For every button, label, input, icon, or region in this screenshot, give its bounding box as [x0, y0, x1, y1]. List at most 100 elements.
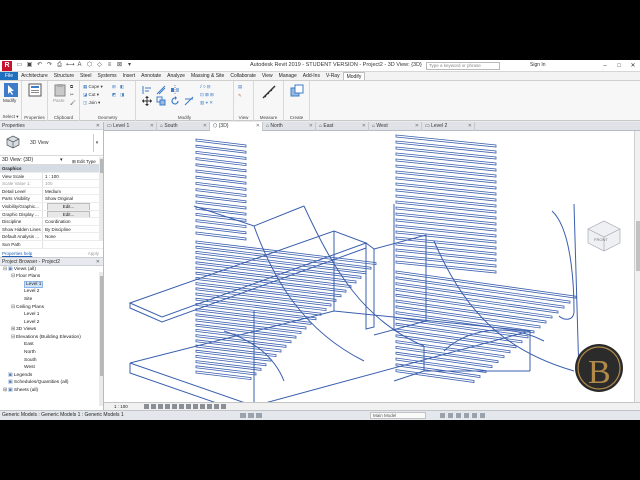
- box-base-left[interactable]: [129, 363, 254, 402]
- browser-node[interactable]: South: [0, 357, 103, 365]
- view-tab-level-2[interactable]: ▭ Level 2 ✕: [422, 122, 475, 131]
- corner-hook[interactable]: [551, 210, 575, 320]
- property-value[interactable]: By Discipline: [42, 225, 92, 233]
- view-tab-east[interactable]: ⌂ East ✕: [316, 122, 369, 131]
- louver-fin[interactable]: [395, 164, 497, 178]
- louver-fin[interactable]: [395, 182, 497, 196]
- properties-scrollbar[interactable]: [99, 157, 103, 241]
- array-icon[interactable]: ▥ ⌖ ✕: [200, 100, 213, 106]
- louver-fin[interactable]: [395, 140, 497, 154]
- close-tab-icon[interactable]: ✕: [309, 122, 313, 131]
- close-hidden-icon[interactable]: ⊠: [116, 62, 123, 69]
- select-dropdown[interactable]: Select ▾: [0, 114, 21, 120]
- louver-fin[interactable]: [395, 170, 497, 184]
- close-tab-icon[interactable]: ✕: [362, 122, 366, 131]
- shadows-icon[interactable]: [165, 404, 170, 409]
- louver-fin[interactable]: [395, 176, 497, 190]
- join-button[interactable]: ◫ Join ▾: [83, 100, 100, 106]
- view-tab-south[interactable]: ⌂ South ✕: [157, 122, 210, 131]
- property-value[interactable]: Medium: [42, 187, 92, 195]
- viewcube[interactable]: FRONT: [587, 220, 621, 252]
- wall-joins-icon[interactable]: ⊞: [112, 84, 116, 90]
- drag-elements-icon[interactable]: [472, 413, 477, 418]
- tab-file[interactable]: File: [0, 72, 19, 80]
- instance-selector[interactable]: 3D View: {3D} ▾ ⊞ Edit Type: [0, 156, 103, 165]
- tab-view[interactable]: View: [259, 72, 276, 80]
- browser-node[interactable]: Level 1: [0, 311, 103, 319]
- louver-fin[interactable]: [195, 365, 257, 376]
- louver-fin[interactable]: [395, 146, 497, 160]
- cope-button[interactable]: ▦ Cope ▾: [83, 84, 103, 90]
- property-edit-button[interactable]: Edit...: [47, 211, 90, 218]
- show-crop-icon[interactable]: [186, 404, 191, 409]
- close-tab-icon[interactable]: ✕: [203, 122, 207, 131]
- browser-node[interactable]: West: [0, 364, 103, 372]
- copy-icon[interactable]: [156, 96, 166, 106]
- render-icon[interactable]: [172, 404, 177, 409]
- property-value[interactable]: 100: [42, 180, 92, 187]
- browser-node[interactable]: ⊞▣ Sheets (all): [0, 387, 103, 395]
- louver-fin[interactable]: [195, 261, 357, 284]
- lock-view-icon[interactable]: [193, 404, 198, 409]
- tab-modify[interactable]: Modify: [342, 72, 366, 80]
- demolish-icon[interactable]: ◨: [120, 92, 124, 98]
- tab-structure[interactable]: Structure: [51, 72, 77, 80]
- filter-icon[interactable]: [480, 413, 485, 418]
- edit-type-button[interactable]: ⊞ Edit Type: [72, 157, 96, 166]
- louver-fin[interactable]: [395, 340, 505, 359]
- detail-level-icon[interactable]: [144, 404, 149, 409]
- property-edit-button[interactable]: Edit...: [47, 203, 90, 210]
- browser-scrollbar[interactable]: [99, 272, 103, 406]
- browser-node[interactable]: Site: [0, 296, 103, 304]
- crop-view-icon[interactable]: [179, 404, 184, 409]
- select-pinned-icon[interactable]: [456, 413, 461, 418]
- louver-fin[interactable]: [395, 152, 497, 166]
- reveal-hidden-icon[interactable]: [207, 404, 212, 409]
- browser-node[interactable]: Level 2: [0, 319, 103, 327]
- drawing-area[interactable]: FRONT B: [104, 131, 634, 402]
- temp-hide-icon[interactable]: [200, 404, 205, 409]
- tab-add-ins[interactable]: Add-Ins: [300, 72, 323, 80]
- trim-icon[interactable]: [184, 96, 194, 106]
- thin-lines-icon[interactable]: ≡: [106, 62, 113, 69]
- maximize-icon[interactable]: □: [612, 60, 626, 72]
- copy-to-clipboard-icon[interactable]: ⧉: [70, 84, 73, 89]
- view-tab-level-1[interactable]: ▭ Level 1 ✕: [104, 122, 157, 131]
- view-scale[interactable]: 1 : 100: [114, 403, 128, 410]
- hide-element-icon[interactable]: ✎: [238, 93, 242, 99]
- tab-steel[interactable]: Steel: [77, 72, 94, 80]
- close-tab-icon[interactable]: ✕: [415, 122, 419, 131]
- view-tab-north[interactable]: ⌂ North ✕: [263, 122, 316, 131]
- tab-manage[interactable]: Manage: [276, 72, 300, 80]
- louver-fin[interactable]: [395, 230, 497, 244]
- text-icon[interactable]: A: [76, 62, 83, 69]
- split-face-icon[interactable]: ◧: [120, 84, 124, 90]
- worksharing-icon[interactable]: [214, 404, 219, 409]
- select-by-face-icon[interactable]: [464, 413, 469, 418]
- louver-fin[interactable]: [195, 370, 252, 381]
- tab-annotate[interactable]: Annotate: [138, 72, 164, 80]
- 3d-model-view[interactable]: FRONT B: [104, 131, 634, 402]
- louver-fins-left[interactable]: [195, 138, 247, 241]
- louver-fin[interactable]: [395, 206, 497, 220]
- sign-in-link[interactable]: Sign In: [530, 62, 546, 68]
- measure-icon[interactable]: ⟷: [66, 62, 75, 69]
- instance-dropdown-icon[interactable]: ▾: [60, 156, 63, 165]
- measure-tool-icon[interactable]: [262, 85, 276, 99]
- revit-logo-icon[interactable]: R: [2, 61, 12, 71]
- cut-button[interactable]: ◪ Cut ▾: [83, 92, 99, 98]
- property-value[interactable]: [42, 240, 92, 248]
- close-tab-icon[interactable]: ✕: [256, 122, 260, 131]
- canvas-scrollbar[interactable]: [634, 131, 640, 402]
- section-icon[interactable]: ◇: [96, 62, 103, 69]
- louver-fin[interactable]: [395, 200, 497, 214]
- browser-node[interactable]: ⊟Floor Plans: [0, 273, 103, 281]
- louver-fin[interactable]: [395, 248, 497, 262]
- louver-fin[interactable]: [395, 212, 497, 226]
- close-icon[interactable]: ✕: [626, 60, 640, 72]
- browser-node[interactable]: East: [0, 341, 103, 349]
- align-icon[interactable]: [142, 85, 152, 95]
- undo-icon[interactable]: ↶: [36, 62, 43, 69]
- scale-icon[interactable]: ⊡ ⊠ ⊞: [200, 92, 214, 98]
- sun-path-icon[interactable]: [158, 404, 163, 409]
